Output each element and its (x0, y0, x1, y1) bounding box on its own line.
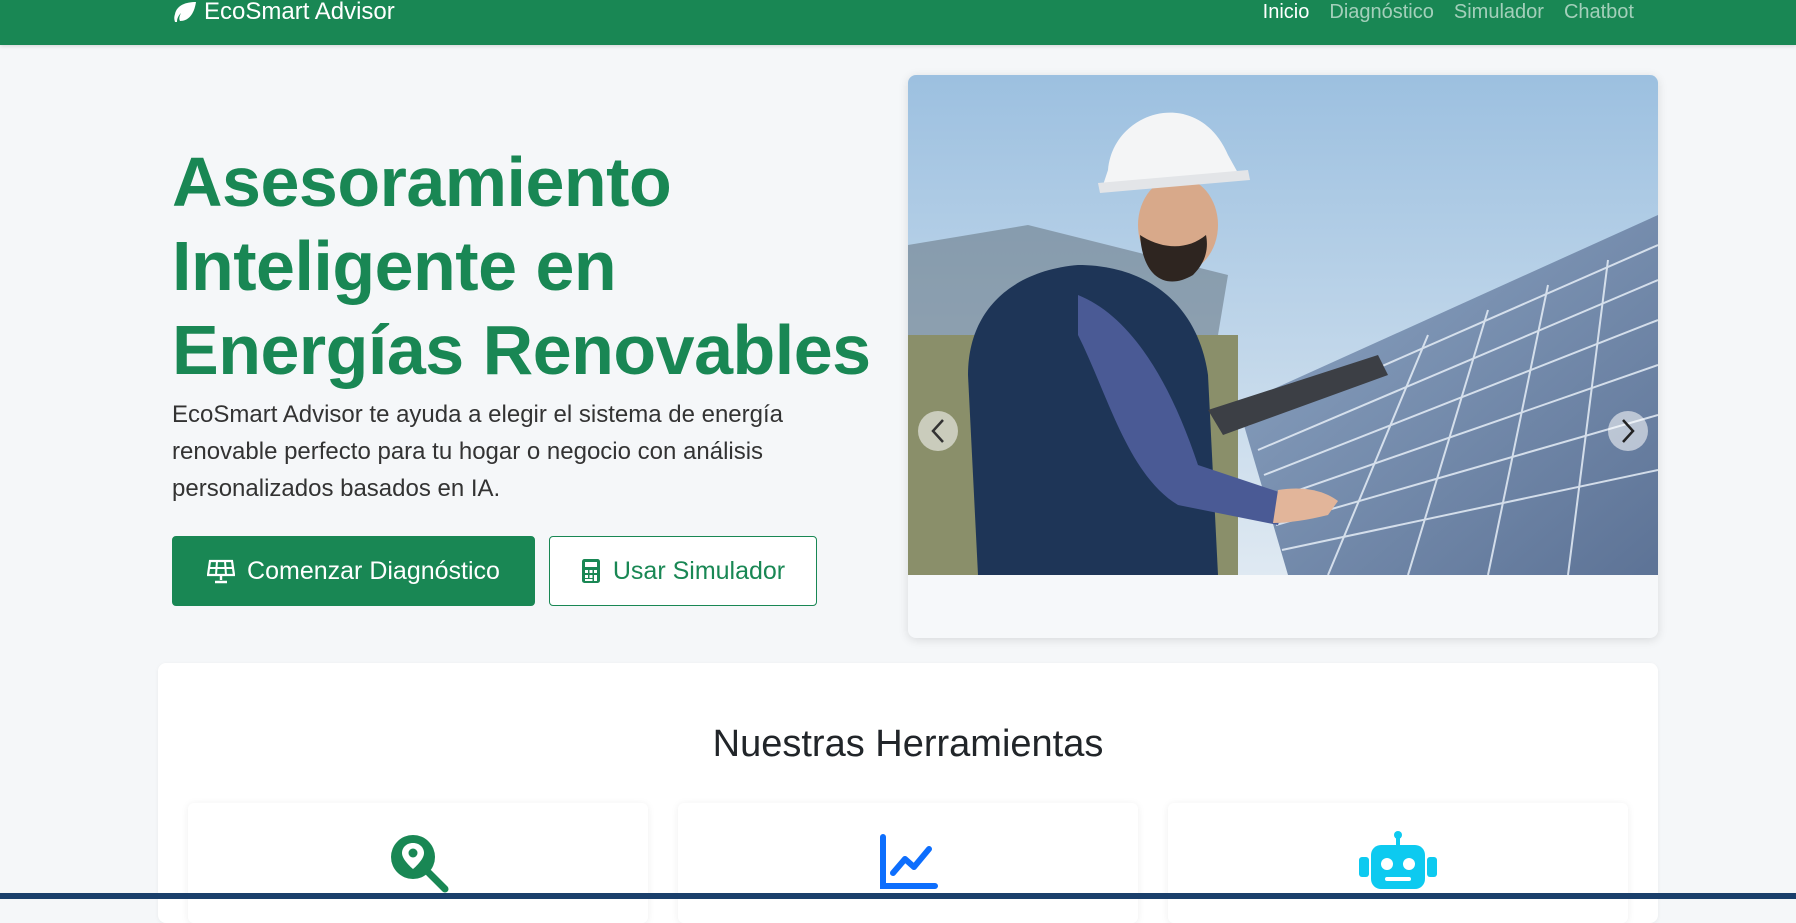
leaf-icon (174, 2, 196, 22)
carousel-prev-button[interactable] (918, 411, 958, 451)
bottom-edge-bar (0, 893, 1796, 899)
hero-title-line3: Energías Renovables (172, 311, 871, 389)
hero-description: EcoSmart Advisor te ayuda a elegir el si… (172, 401, 783, 502)
brand-link[interactable]: EcoSmart Advisor (172, 0, 395, 24)
chevron-right-icon (1622, 419, 1635, 443)
brand-name: EcoSmart Advisor (204, 0, 395, 25)
use-simulator-label: Usar Simulador (612, 556, 786, 585)
chart-line-icon (880, 834, 938, 889)
nav-chatbot[interactable]: Chatbot (1564, 1, 1634, 24)
tools-title: Nuestras Herramientas (712, 723, 1104, 765)
top-navbar: EcoSmart Advisor Inicio Diagnóstico Simu… (0, 0, 1796, 45)
hero-title-line2: Inteligente en (172, 227, 617, 305)
nav-links: Inicio Diagnóstico Simulador Chatbot (1263, 0, 1634, 24)
tool-card-chatbot[interactable] (1168, 803, 1628, 923)
hero-carousel (908, 75, 1658, 638)
tool-card-simulator[interactable] (678, 803, 1138, 923)
chevron-left-icon (931, 419, 944, 443)
start-diagnostic-button[interactable]: Comenzar Diagnóstico (172, 536, 535, 606)
hero-title: Asesoramiento Inteligente en Energías Re… (172, 140, 892, 392)
nav-inicio[interactable]: Inicio (1263, 1, 1310, 24)
hero-title-line1: Asesoramiento (172, 143, 672, 221)
robot-icon (1359, 831, 1437, 889)
tool-card-diagnostic[interactable] (188, 803, 648, 923)
search-location-icon (391, 835, 449, 893)
nav-diagnostico[interactable]: Diagnóstico (1329, 1, 1434, 24)
solar-panel-icon (207, 559, 236, 584)
start-diagnostic-label: Comenzar Diagnóstico (247, 556, 500, 585)
carousel-next-button[interactable] (1608, 411, 1648, 451)
nav-simulador[interactable]: Simulador (1454, 1, 1544, 24)
tools-section: Nuestras Herramientas (158, 663, 1658, 923)
calculator-icon (581, 559, 600, 583)
carousel-slide-image (908, 75, 1658, 575)
use-simulator-button[interactable]: Usar Simulador (549, 536, 817, 606)
